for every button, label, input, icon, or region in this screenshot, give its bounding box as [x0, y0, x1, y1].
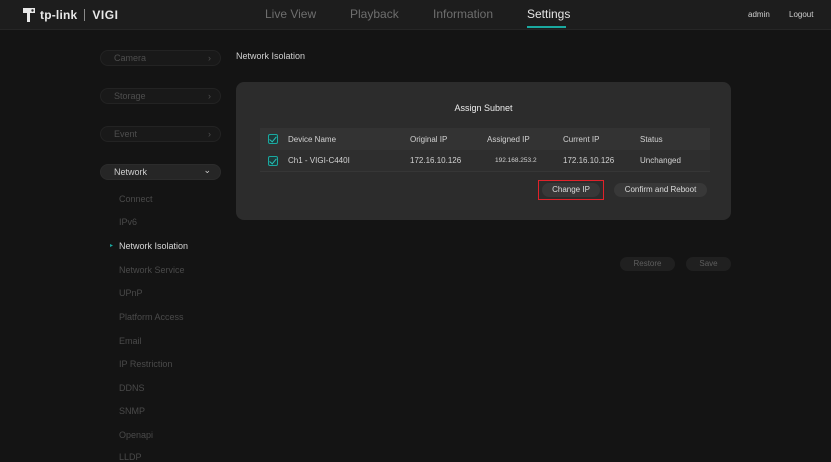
column-header-original-ip: Original IP [410, 135, 448, 144]
assigned-ip-cell: 192.168.253.2 [495, 157, 537, 164]
sidebar-item-openapi[interactable]: Openapi [119, 430, 153, 440]
restore-button[interactable]: Restore [620, 257, 675, 271]
tab-playback[interactable]: Playback [350, 7, 399, 21]
tp-link-logo-icon [22, 7, 36, 23]
column-header-status: Status [640, 135, 663, 144]
chevron-right-icon: › [208, 129, 211, 139]
sidebar-item-snmp[interactable]: SNMP [119, 406, 145, 416]
change-ip-highlight-box [538, 180, 604, 200]
current-ip-cell: 172.16.10.126 [563, 156, 615, 165]
sidebar-group-label: Event [114, 129, 138, 139]
sidebar-item-email[interactable]: Email [119, 336, 142, 346]
sidebar-item-ddns[interactable]: DDNS [119, 383, 145, 393]
sidebar-item-platform-access[interactable]: Platform Access [119, 312, 184, 322]
sidebar-group-label: Storage [114, 91, 146, 101]
tab-live-view[interactable]: Live View [265, 7, 316, 21]
page-title: Network Isolation [236, 51, 306, 61]
sidebar-item-ipv6[interactable]: IPv6 [119, 217, 137, 227]
sidebar-group-label: Camera [114, 53, 147, 63]
sidebar-item-lldp[interactable]: LLDP [119, 452, 142, 462]
column-header-current-ip: Current IP [563, 135, 600, 144]
save-button[interactable]: Save [686, 257, 731, 271]
sidebar-group-label: Network [114, 167, 148, 177]
sidebar-group-event[interactable]: Event › [100, 126, 221, 142]
top-bar: tp-link VIGI Live View Playback Informat… [0, 0, 831, 30]
tab-information[interactable]: Information [433, 7, 493, 21]
device-name-cell: Ch1 - VIGI-C440I [288, 156, 350, 165]
sidebar-item-upnp[interactable]: UPnP [119, 288, 143, 298]
user-name[interactable]: admin [748, 10, 770, 19]
chevron-down-icon: ⌄ [203, 165, 211, 175]
sidebar-group-network[interactable]: Network ⌄ [100, 164, 221, 180]
column-header-assigned-ip: Assigned IP [487, 135, 530, 144]
chevron-right-icon: › [208, 91, 211, 101]
active-tab-underline [527, 26, 566, 28]
table-row[interactable]: Ch1 - VIGI-C440I 172.16.10.126 192.168.2… [260, 150, 710, 172]
original-ip-cell: 172.16.10.126 [410, 156, 462, 165]
tp-link-logo: tp-link VIGI [22, 6, 118, 24]
sidebar-item-network-service[interactable]: Network Service [119, 265, 185, 275]
row-checkbox[interactable] [268, 156, 278, 166]
chevron-right-icon: › [208, 53, 211, 63]
column-header-device-name: Device Name [288, 135, 337, 144]
sidebar-group-storage[interactable]: Storage › [100, 88, 221, 104]
status-cell: Unchanged [640, 156, 681, 165]
sidebar-group-camera[interactable]: Camera › [100, 50, 221, 66]
logo-product-text: VIGI [92, 8, 119, 22]
dialog-title: Assign Subnet [454, 103, 513, 113]
sidebar-item-connect[interactable]: Connect [119, 194, 153, 204]
logo-divider [84, 9, 86, 21]
sidebar-item-ip-restriction[interactable]: IP Restriction [119, 359, 172, 369]
table-header: Device Name Original IP Assigned IP Curr… [260, 128, 710, 150]
logo-brand-text: tp-link [40, 8, 78, 22]
confirm-and-reboot-button[interactable]: Confirm and Reboot [614, 183, 707, 197]
select-all-checkbox[interactable] [268, 134, 278, 144]
logout-link[interactable]: Logout [789, 10, 813, 19]
tab-settings[interactable]: Settings [527, 7, 570, 21]
active-item-marker-icon: ▸ [110, 243, 114, 249]
sidebar-item-network-isolation[interactable]: Network Isolation [119, 241, 188, 251]
